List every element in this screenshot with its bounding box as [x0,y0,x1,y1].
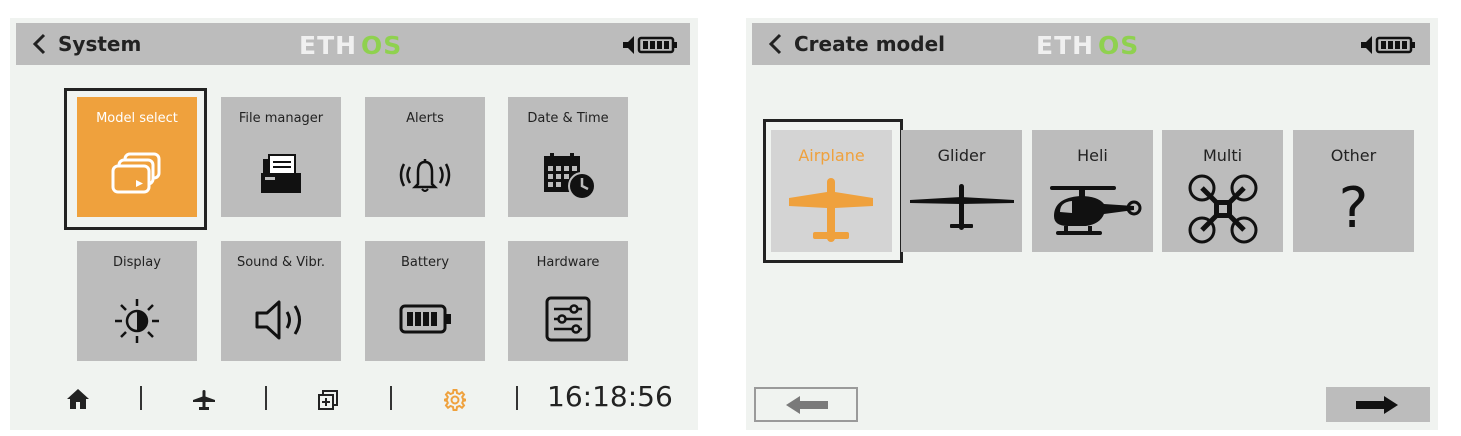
question-mark-icon: ? [1338,176,1369,241]
arrow-right-icon [1356,396,1398,414]
clock: 16:18:56 [547,380,673,413]
svg-text:OS: OS [361,32,402,58]
calendar-clock-icon [544,153,596,200]
speaker-battery-status-icon [1361,36,1415,54]
glider-icon [910,184,1014,230]
tile-label: Sound & Vibr. [236,255,326,270]
tile-model-select[interactable]: Model select [77,97,197,217]
next-button[interactable] [1326,387,1430,422]
header-bar: System ETH OS [16,23,690,65]
airplane-icon[interactable] [192,388,216,412]
gear-icon[interactable] [443,388,467,412]
tile-battery[interactable]: Battery [365,241,485,361]
model-select-icon [111,152,161,194]
create-model-screen: Create model ETH OS Airplane Glider Heli… [746,18,1438,430]
page-title: Create model [794,32,946,56]
tile-alerts[interactable]: Alerts [365,97,485,217]
airplane-icon [789,178,873,242]
category-label: Airplane [798,146,865,165]
svg-text:ETH: ETH [299,32,357,58]
model-setup-icon[interactable] [317,389,339,411]
svg-text:OS: OS [1098,32,1139,58]
category-label: Glider [937,146,986,165]
battery-icon [399,304,451,334]
tile-file-manager[interactable]: File manager [221,97,341,217]
tile-label: Display [113,255,161,270]
tile-sound-vibration[interactable]: Sound & Vibr. [221,241,341,361]
speaker-icon [255,300,301,340]
tile-label: Battery [400,255,450,270]
back-button[interactable] [754,387,858,422]
tile-date-time[interactable]: Date & Time [508,97,628,217]
category-other[interactable]: Other ? [1293,130,1414,252]
speaker-battery-status-icon [623,36,677,54]
category-glider[interactable]: Glider [901,130,1022,252]
bell-icon [399,159,451,192]
category-label: Multi [1202,146,1243,165]
footer-divider [265,386,267,410]
back-icon[interactable] [30,32,50,56]
brightness-icon [115,299,159,343]
header-bar: Create model ETH OS [752,23,1430,65]
tile-label: Model select [96,111,178,126]
tile-label: File manager [238,111,324,126]
tile-label: Alerts [406,111,444,126]
footer-divider [516,386,518,410]
tile-display[interactable]: Display [77,241,197,361]
category-multi[interactable]: Multi [1162,130,1283,252]
back-icon[interactable] [766,32,786,56]
quadcopter-icon [1188,174,1258,244]
category-label: Heli [1077,146,1108,165]
svg-text:ETH: ETH [1036,32,1094,58]
tile-hardware[interactable]: Hardware [508,241,628,361]
page-title: System [58,32,142,56]
category-airplane[interactable]: Airplane [771,130,892,252]
footer-divider [390,386,392,410]
file-manager-icon [261,154,301,193]
ethos-logo: ETH OS [1036,32,1139,58]
category-label: Other [1330,146,1377,165]
system-screen: System ETH OS Model select File manager [10,18,698,430]
home-icon[interactable] [66,388,90,410]
tile-label: Date & Time [527,111,609,126]
ethos-logo: ETH OS [299,32,402,58]
tile-label: Hardware [536,255,600,270]
helicopter-icon [1050,186,1142,235]
sliders-icon [545,296,591,342]
category-heli[interactable]: Heli [1032,130,1153,252]
arrow-left-icon [786,396,828,414]
footer-divider [140,386,142,410]
